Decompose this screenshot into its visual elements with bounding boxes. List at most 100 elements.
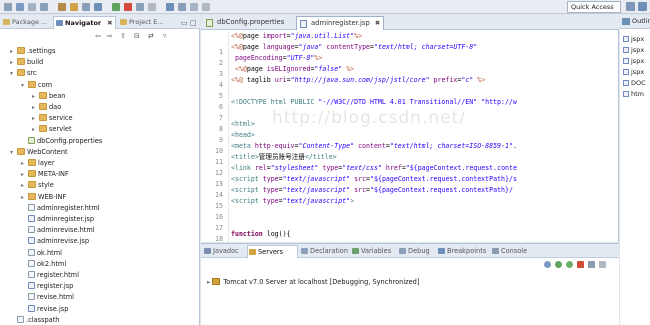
expand-arrow-icon[interactable]: ▸ <box>207 278 210 286</box>
server-icon[interactable] <box>58 3 66 11</box>
debug-server-icon[interactable] <box>544 261 551 268</box>
maximize-icon[interactable]: □ <box>190 19 197 27</box>
code-line[interactable]: <%@page import="java.util.List"%> <box>231 31 362 42</box>
tree-item[interactable]: ▸ build <box>10 57 43 68</box>
tree-item[interactable]: register.html <box>21 270 79 281</box>
expanded-arrow-icon[interactable]: ▾ <box>21 80 28 91</box>
code-line[interactable]: function log(){ <box>231 229 291 240</box>
collapsed-arrow-icon[interactable]: ▸ <box>21 192 28 203</box>
quick-access-field[interactable]: Quick Access <box>567 1 621 13</box>
tab-adminregister-jsp[interactable]: adminregister.jsp ✖ <box>296 16 384 30</box>
start-server-icon[interactable] <box>555 261 562 268</box>
up-folder-icon[interactable]: ⇧ <box>120 32 126 40</box>
tree-item[interactable]: ▸ META-INF <box>21 169 69 180</box>
next-annotation-icon[interactable] <box>166 3 174 11</box>
tree-item[interactable]: ▸ .settings <box>10 46 55 57</box>
outline-item[interactable]: DOC <box>623 78 646 88</box>
collapsed-arrow-icon[interactable]: ▸ <box>32 124 39 135</box>
view-menu-icon[interactable] <box>599 261 606 268</box>
code-line[interactable]: <script type="text/javascript" src="${pa… <box>231 185 513 196</box>
tab-declaration[interactable]: Declaration <box>300 245 349 258</box>
code-line[interactable]: <meta http-equiv="Content-Type" content=… <box>231 141 517 152</box>
server-entry[interactable]: ▸ Tomcat v7.0 Server at localhost [Debugg… <box>207 277 419 287</box>
build-icon[interactable] <box>70 3 78 11</box>
code-line[interactable]: pageEncoding="UTF-8"%> <box>231 53 322 64</box>
prev-annotation-icon[interactable] <box>178 3 186 11</box>
profile-server-icon[interactable] <box>566 261 573 268</box>
tab-variables[interactable]: Variables <box>351 245 396 258</box>
tree-item[interactable]: register.jsp <box>21 281 73 292</box>
tree-item[interactable]: ▸ bean <box>32 91 65 102</box>
tab-servers[interactable]: Servers <box>247 245 298 258</box>
code-line[interactable]: <!DOCTYPE html PUBLIC "-//W3C//DTD HTML … <box>231 97 517 108</box>
collapse-all-icon[interactable]: ⊟ <box>134 32 140 40</box>
collapsed-arrow-icon[interactable]: ▸ <box>32 91 39 102</box>
debug-icon[interactable] <box>40 3 48 11</box>
code-line[interactable]: <head> <box>231 130 255 141</box>
close-icon[interactable]: ✖ <box>375 19 380 27</box>
stop-server-icon[interactable] <box>577 261 584 268</box>
run-icon[interactable] <box>112 3 120 11</box>
tree-item[interactable]: ▸ dao <box>32 102 61 113</box>
tree-item[interactable]: .classpath <box>10 315 59 325</box>
new-icon[interactable] <box>4 3 12 11</box>
publish-icon[interactable] <box>588 261 595 268</box>
forward-arrow-icon[interactable]: ⇨ <box>107 32 113 40</box>
code-line[interactable]: <link rel="stylesheet" type="text/css" h… <box>231 163 517 174</box>
tree-item[interactable]: ▾ com <box>21 80 52 91</box>
print-icon[interactable] <box>28 3 36 11</box>
tree-item[interactable]: adminregister.html <box>21 203 100 214</box>
tree-item[interactable]: ▸ layer <box>21 158 55 169</box>
tab-navigator[interactable]: Navigator ✖ <box>53 16 116 29</box>
tree-item[interactable]: adminrevise.jsp <box>21 236 89 247</box>
back-arrow-icon[interactable]: ⇦ <box>95 32 101 40</box>
collapsed-arrow-icon[interactable]: ▸ <box>32 113 39 124</box>
perspective-icon[interactable] <box>626 2 635 11</box>
link-editor-icon[interactable]: ⇄ <box>148 32 154 40</box>
tree-item[interactable]: adminregister.jsp <box>21 214 94 225</box>
tree-item[interactable]: ▸ WEB-INF <box>21 192 66 203</box>
tab-outline[interactable]: Outline <box>620 15 650 29</box>
collapsed-arrow-icon[interactable]: ▸ <box>10 46 17 57</box>
search-icon[interactable] <box>82 3 90 11</box>
outline-item[interactable]: jspx <box>623 67 644 77</box>
tree-item[interactable]: ▸ service <box>32 113 73 124</box>
forward-icon[interactable] <box>202 3 210 11</box>
tree-item[interactable]: ok2.html <box>21 259 66 270</box>
minimize-icon[interactable]: ▭ <box>181 19 188 27</box>
expanded-arrow-icon[interactable]: ▾ <box>10 147 17 158</box>
stop-icon[interactable] <box>124 3 132 11</box>
tree-item[interactable]: ▾ WebContent <box>10 147 68 158</box>
tree-item[interactable]: ▸ style <box>21 180 54 191</box>
view-menu-icon[interactable]: ▿ <box>163 32 167 40</box>
close-icon[interactable]: ✖ <box>107 19 112 27</box>
code-line[interactable]: <%@page isELIgnored="false" %> <box>231 64 354 75</box>
tree-item[interactable]: revise.html <box>21 292 74 303</box>
collapsed-arrow-icon[interactable]: ▸ <box>21 158 28 169</box>
tree-item[interactable]: ▾ src <box>10 68 37 79</box>
open-resource-icon[interactable] <box>148 3 156 11</box>
tree-item[interactable]: ok.html <box>21 248 62 259</box>
back-icon[interactable] <box>190 3 198 11</box>
code-line[interactable]: <%@page language="java" contentType="tex… <box>231 42 477 53</box>
tree-item[interactable]: dbConfig.properties <box>21 136 102 147</box>
tab-package-explorer[interactable]: Package ... <box>1 16 51 29</box>
tree-item[interactable]: revise.jsp <box>21 304 68 315</box>
tab-javadoc[interactable]: Javadoc <box>203 245 245 258</box>
tab-project-explorer[interactable]: Project E... <box>118 16 178 29</box>
tab-console[interactable]: Console <box>491 245 533 258</box>
save-icon[interactable] <box>16 3 24 11</box>
tree-item[interactable]: adminrevise.html <box>21 225 95 236</box>
collapsed-arrow-icon[interactable]: ▸ <box>21 180 28 191</box>
code-line[interactable]: <html> <box>231 119 255 130</box>
open-type-icon[interactable] <box>94 3 102 11</box>
code-line[interactable]: <script type="text/javascript"> <box>231 196 354 207</box>
code-line[interactable]: <script type="text/javascript" src="${pa… <box>231 174 517 185</box>
tab-breakpoints[interactable]: Breakpoints <box>437 245 489 258</box>
new-class-icon[interactable] <box>136 3 144 11</box>
expanded-arrow-icon[interactable]: ▾ <box>10 68 17 79</box>
outline-item[interactable]: jspx <box>623 45 644 55</box>
collapsed-arrow-icon[interactable]: ▸ <box>10 57 17 68</box>
tab-dbconfig-properties[interactable]: dbConfig.properties <box>203 16 294 30</box>
java-ee-perspective-icon[interactable] <box>638 2 647 11</box>
